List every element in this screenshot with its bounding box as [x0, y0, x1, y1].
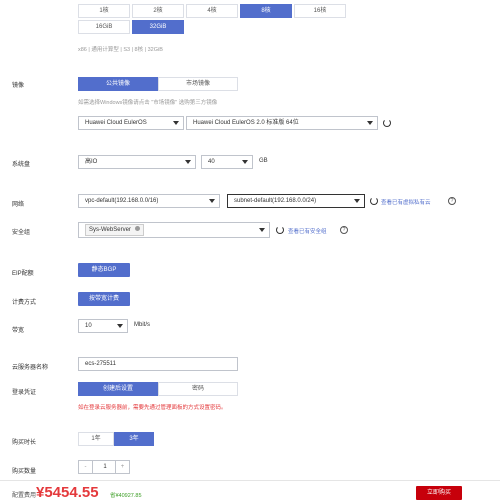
purchase-footer: 配置费用 ¥5454.55 省¥40927.85 立即购买	[0, 480, 500, 504]
os-select-value: Huawei Cloud EulerOS	[85, 120, 147, 126]
bandwidth-value: 10	[85, 323, 92, 329]
billing-bandwidth-button[interactable]: 按带宽计费	[78, 292, 130, 306]
quantity-label: 购买数量	[12, 469, 37, 475]
price-label: 配置费用	[12, 493, 37, 499]
chevron-down-icon	[209, 199, 215, 203]
server-name-value: ecs-275511	[85, 361, 116, 367]
chevron-down-icon	[242, 160, 248, 164]
subnet-select-value: subnet-default(192.168.0.0/24)	[234, 198, 317, 204]
quantity-stepper[interactable]: - 1 +	[78, 460, 130, 474]
security-group-tag: Sys-WebServer	[85, 224, 144, 236]
memory-option-16gib[interactable]: 16GiB	[78, 20, 130, 34]
subnet-select[interactable]: subnet-default(192.168.0.0/24)	[227, 194, 365, 208]
login-label: 登录凭证	[12, 390, 37, 396]
core-option-1[interactable]: 1核	[78, 4, 130, 18]
core-option-8[interactable]: 8核	[240, 4, 292, 18]
quantity-minus-button[interactable]: -	[79, 461, 93, 473]
spec-summary: x86 | 通用计算型 | S3 | 8核 | 32GiB	[78, 47, 163, 53]
duration-option-3y[interactable]: 3年	[114, 432, 154, 446]
memory-option-32gib[interactable]: 32GiB	[132, 20, 184, 34]
chevron-down-icon	[173, 121, 179, 125]
buy-now-button[interactable]: 立即购买	[416, 486, 462, 500]
view-vpc-link[interactable]: 查看已有虚拟私有云	[381, 198, 431, 206]
total-price: ¥5454.55	[36, 484, 99, 501]
tab-public-image[interactable]: 公共镜像	[78, 77, 158, 91]
duration-label: 购买时长	[12, 440, 37, 446]
server-name-label: 云服务器名称	[12, 365, 49, 371]
vpc-select-value: vpc-default(192.168.0.0/16)	[85, 198, 159, 204]
quantity-plus-button[interactable]: +	[115, 461, 129, 473]
chevron-down-icon	[354, 199, 360, 203]
help-icon[interactable]: ?	[340, 226, 348, 234]
bandwidth-label: 带宽	[12, 328, 25, 334]
image-label: 镜像	[12, 83, 25, 89]
quantity-value: 1	[103, 464, 107, 470]
os-select[interactable]: Huawei Cloud EulerOS	[78, 116, 184, 130]
disk-type-select[interactable]: 高IO	[78, 155, 196, 169]
chevron-down-icon	[185, 160, 191, 164]
disk-unit: GB	[259, 158, 268, 164]
savings-text: 省¥40927.85	[110, 493, 142, 499]
core-option-16[interactable]: 16核	[294, 4, 346, 18]
security-group-tag-label: Sys-WebServer	[89, 227, 131, 233]
view-security-group-link[interactable]: 查看已有安全组	[288, 227, 327, 235]
tab-market-image[interactable]: 市场镜像	[158, 77, 238, 91]
core-option-4[interactable]: 4核	[186, 4, 238, 18]
tab-password[interactable]: 密码	[158, 382, 238, 396]
chevron-down-icon	[117, 324, 123, 328]
billing-label: 计费方式	[12, 300, 37, 306]
tab-set-after-create[interactable]: 创建后设置	[78, 382, 158, 396]
bandwidth-select[interactable]: 10	[78, 319, 128, 333]
disk-type-value: 高IO	[85, 159, 98, 165]
disk-size-select[interactable]: 40	[201, 155, 253, 169]
security-label: 安全组	[12, 230, 31, 236]
disk-size-value: 40	[208, 159, 215, 165]
login-warning: 如在登录云服务器前，需要先通过管理面板的方式设置密码。	[78, 405, 227, 411]
disk-label: 系统盘	[12, 162, 31, 168]
duration-option-1y[interactable]: 1年	[78, 432, 114, 446]
eip-bgp-button[interactable]: 静态BGP	[78, 263, 130, 277]
chevron-down-icon	[259, 228, 265, 232]
vpc-select[interactable]: vpc-default(192.168.0.0/16)	[78, 194, 220, 208]
image-hint: 如需选择Windows镜像请点击 "市场镜像" 选购第三方镜像	[78, 100, 218, 106]
refresh-icon[interactable]	[383, 119, 391, 127]
network-label: 网络	[12, 202, 25, 208]
version-select-value: Huawei Cloud EulerOS 2.0 标准版 64位	[193, 120, 299, 126]
refresh-icon[interactable]	[276, 226, 284, 234]
core-option-2[interactable]: 2核	[132, 4, 184, 18]
eip-label: EIP配额	[12, 271, 34, 277]
version-select[interactable]: Huawei Cloud EulerOS 2.0 标准版 64位	[186, 116, 378, 130]
server-name-input[interactable]: ecs-275511	[78, 357, 238, 371]
help-icon[interactable]: ?	[448, 197, 456, 205]
security-group-select[interactable]: Sys-WebServer	[78, 222, 270, 238]
bandwidth-unit: Mbit/s	[134, 322, 151, 328]
close-icon[interactable]	[134, 226, 140, 231]
refresh-icon[interactable]	[370, 197, 378, 205]
chevron-down-icon	[367, 121, 373, 125]
